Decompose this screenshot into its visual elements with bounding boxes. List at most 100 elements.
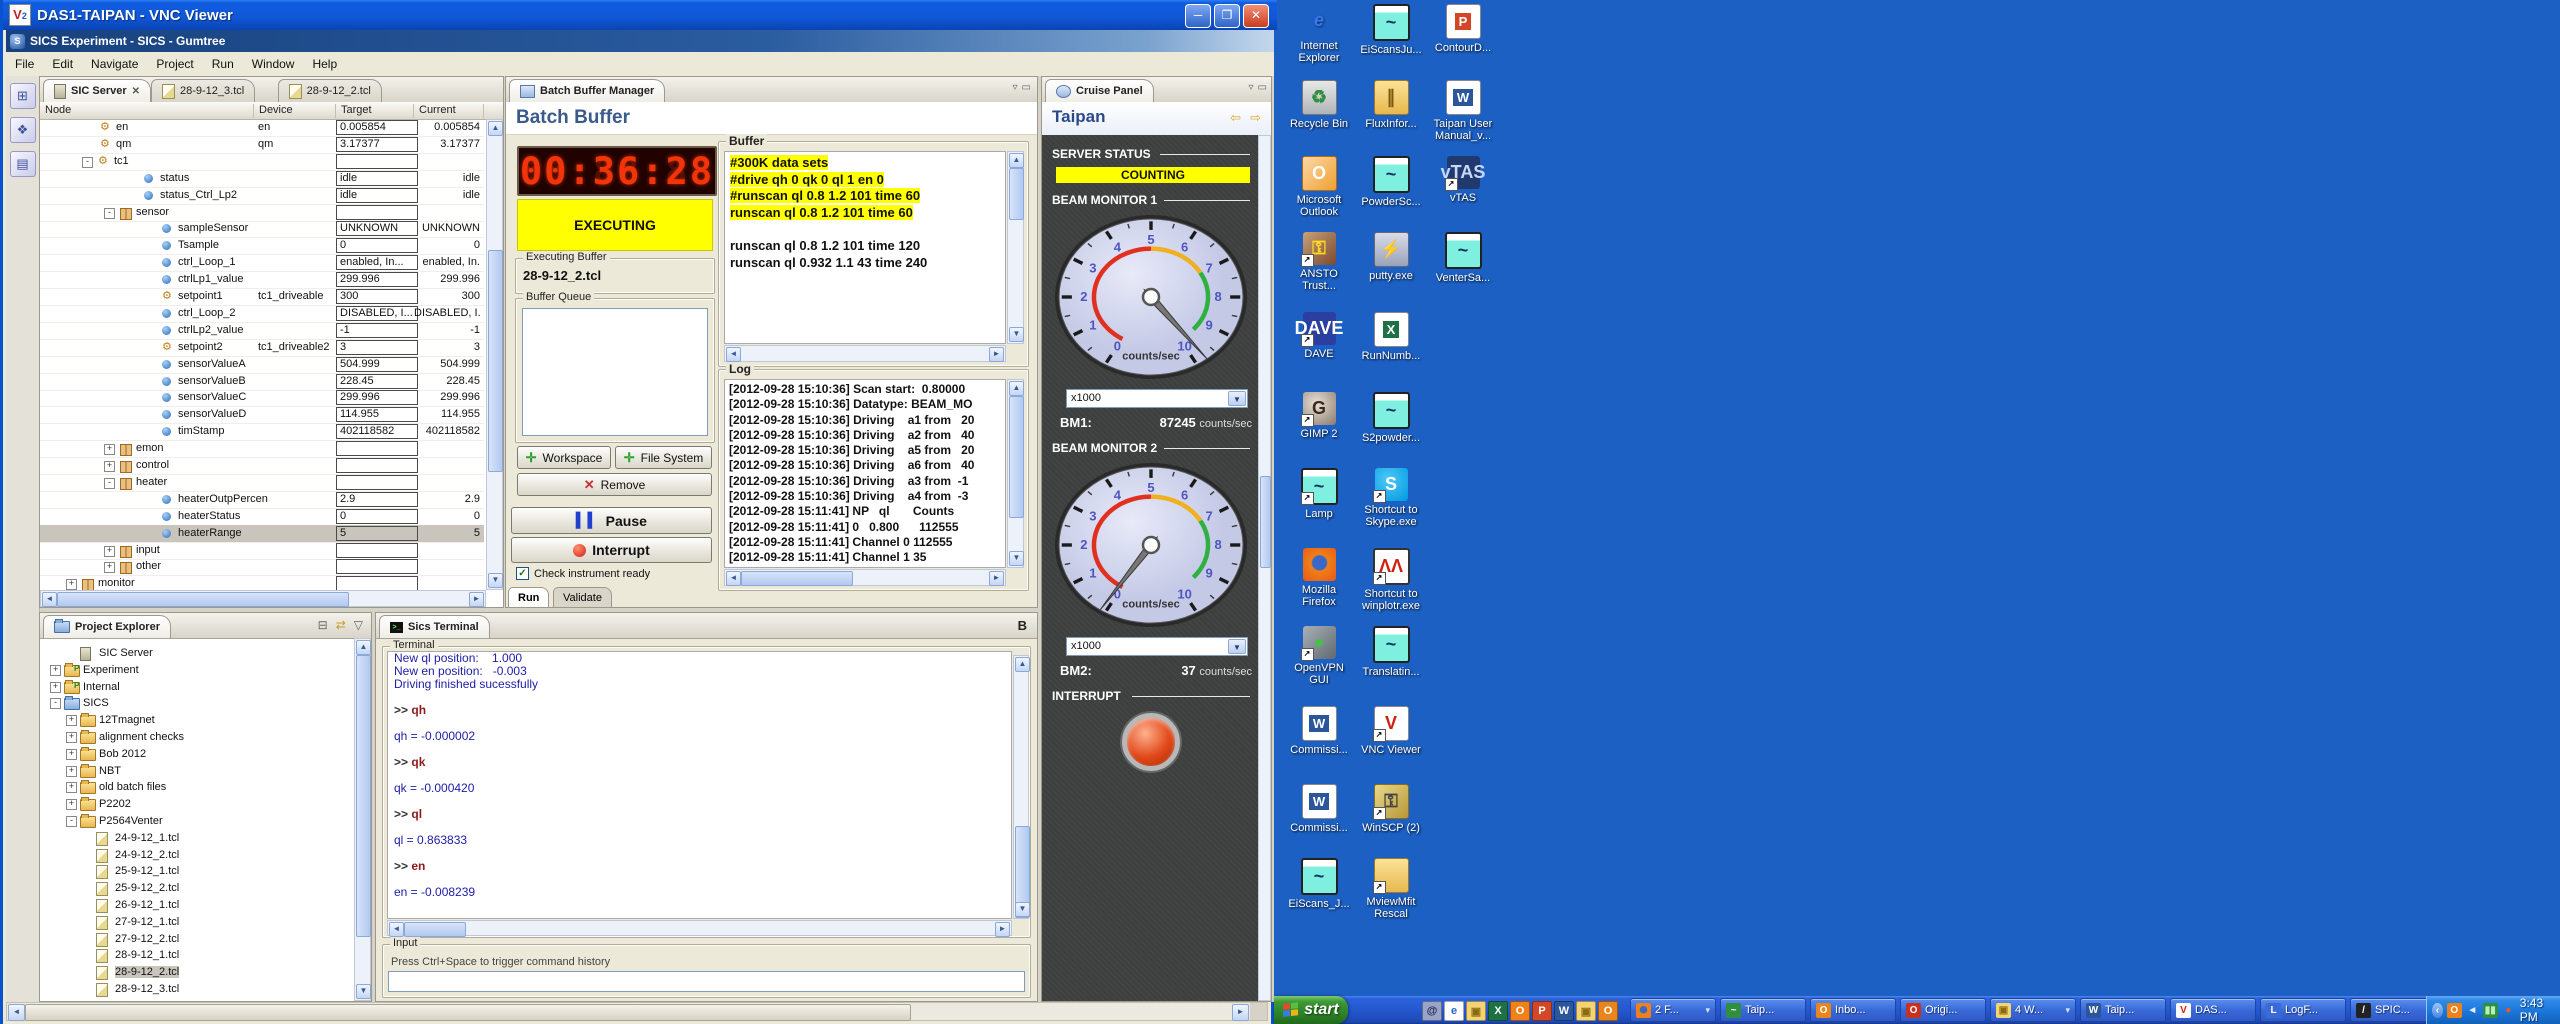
desktop-icon-commissi-[interactable]: Commissi...: [1285, 706, 1353, 756]
tree-row-ctrlLp1_value[interactable]: ctrlLp1_value299.996299.996: [40, 271, 484, 289]
node-target-cell[interactable]: 0: [336, 509, 418, 524]
task-button-4-w--4[interactable]: ▣4 W...▾: [1990, 998, 2076, 1022]
tree-row-tc1[interactable]: -⚙tc1: [40, 153, 484, 171]
tree-row-sensorValueD[interactable]: sensorValueD114.955114.955: [40, 406, 484, 424]
desktop-icon-powdersc-[interactable]: ~PowderSc...: [1357, 156, 1425, 208]
check-instrument-checkbox[interactable]: ✓: [516, 567, 529, 580]
tree-row-heaterOutpPercent[interactable]: heaterOutpPercent2.92.9: [40, 491, 484, 509]
tree-row-sampleSensor[interactable]: sampleSensorUNKNOWNUNKNOWN: [40, 220, 484, 238]
project-item-NBT[interactable]: +NBT: [42, 763, 342, 780]
tab-validate[interactable]: Validate: [553, 587, 612, 607]
check-instrument-row[interactable]: ✓ Check instrument ready: [516, 567, 650, 580]
project-item-28-9-12-3-tcl[interactable]: 28-9-12_3.tcl: [42, 981, 342, 998]
collapse-icon[interactable]: -: [50, 698, 61, 709]
desktop-icon-translatin-[interactable]: ~Translatin...: [1357, 626, 1425, 678]
desktop-icon-lamp[interactable]: ~↗Lamp: [1285, 468, 1353, 520]
quick-launch-app-swirl[interactable]: @: [1422, 1001, 1442, 1021]
quick-launch-word[interactable]: W: [1554, 1001, 1574, 1021]
node-target-cell[interactable]: 300: [336, 289, 418, 304]
desktop-icon-eiscansju-[interactable]: ~EiScansJu...: [1357, 4, 1425, 56]
menu-edit[interactable]: Edit: [43, 57, 82, 71]
tree-row-status_Ctrl_Lp2[interactable]: status_Ctrl_Lp2idleidle: [40, 187, 484, 205]
node-target-cell[interactable]: 504.999: [336, 357, 418, 372]
tree-column-headers[interactable]: NodeDeviceTargetCurrent: [40, 102, 503, 120]
forward-arrow-icon[interactable]: ⇨: [1250, 110, 1261, 126]
desktop-icon-shortcut-to-winplotr-exe[interactable]: ΛΛ↗Shortcut to winplotr.exe: [1357, 548, 1425, 612]
project-item-P2202[interactable]: +P2202: [42, 796, 342, 813]
project-item-27-9-12-1-tcl[interactable]: 27-9-12_1.tcl: [42, 914, 342, 931]
node-target-cell[interactable]: idle: [336, 188, 418, 203]
column-header-target[interactable]: Target: [336, 104, 414, 118]
node-target-cell[interactable]: idle: [336, 171, 418, 186]
tree-row-heaterRange[interactable]: heaterRange55: [40, 525, 484, 543]
app-title-bar[interactable]: S SICS Experiment - SICS - Gumtree: [6, 30, 1274, 52]
tree-row-timStamp[interactable]: timStamp402118582402118582: [40, 423, 484, 441]
desktop-icon-internet-explorer[interactable]: eInternet Explorer: [1285, 4, 1353, 64]
node-target-cell[interactable]: [336, 576, 418, 590]
tree-row-heater[interactable]: -heater: [40, 474, 484, 492]
tab-run[interactable]: Run: [508, 587, 549, 607]
expand-icon[interactable]: +: [66, 799, 77, 810]
node-target-cell[interactable]: [336, 543, 418, 558]
collapse-icon[interactable]: -: [66, 816, 77, 827]
node-target-cell[interactable]: 3.17377: [336, 137, 418, 152]
task-button-taip--5[interactable]: WTaip...: [2080, 998, 2166, 1022]
desktop-icon-runnumb-[interactable]: RunNumb...: [1357, 312, 1425, 362]
tree-vertical-scrollbar[interactable]: ▲▼: [486, 119, 503, 590]
node-target-cell[interactable]: [336, 205, 418, 220]
node-target-cell[interactable]: 299.996: [336, 390, 418, 405]
desktop-icon-shortcut-to-skype-exe[interactable]: S↗Shortcut to Skype.exe: [1357, 468, 1425, 528]
quick-launch-powerpoint[interactable]: P: [1532, 1001, 1552, 1021]
tree-row-ctrl_Loop_2[interactable]: ctrl_Loop_2DISABLED, I...DISABLED, I.: [40, 305, 484, 323]
project-item-24-9-12-1-tcl[interactable]: 24-9-12_1.tcl: [42, 830, 342, 847]
log-hscrollbar[interactable]: ◄►: [724, 569, 1006, 586]
tree-row-Tsample[interactable]: Tsample00: [40, 237, 484, 255]
node-target-cell[interactable]: 5: [336, 526, 418, 541]
node-target-cell[interactable]: DISABLED, I...: [336, 306, 418, 321]
tree-row-emon[interactable]: +emon: [40, 440, 484, 458]
node-target-cell[interactable]: 299.996: [336, 272, 418, 287]
link-editor-icon[interactable]: ⇄: [336, 618, 346, 632]
node-target-cell[interactable]: UNKNOWN: [336, 221, 418, 236]
expand-icon[interactable]: +: [104, 562, 115, 573]
project-item-12Tmagnet[interactable]: +12Tmagnet: [42, 712, 342, 729]
tray-alert-icon[interactable]: ●: [2501, 1003, 2516, 1018]
expand-icon[interactable]: +: [66, 715, 77, 726]
node-target-cell[interactable]: 2.9: [336, 492, 418, 507]
tab-batch-buffer-manager[interactable]: Batch Buffer Manager: [509, 79, 665, 102]
desktop-icon-ansto-trust-[interactable]: ⚿↗ANSTO Trust...: [1285, 232, 1353, 292]
minimize-button[interactable]: ─: [1185, 4, 1211, 28]
menu-navigate[interactable]: Navigate: [82, 57, 147, 71]
collapse-all-icon[interactable]: ⊟: [318, 618, 328, 632]
quick-launch-excel[interactable]: X: [1488, 1001, 1508, 1021]
tree-row-sensor[interactable]: -sensor: [40, 204, 484, 222]
column-header-node[interactable]: Node: [40, 104, 254, 118]
chevron-down-icon[interactable]: ▼: [1228, 391, 1246, 406]
tab-28-9-12-2-tcl[interactable]: 28-9-12_2.tcl: [278, 79, 382, 102]
project-vscrollbar[interactable]: ▲▼: [354, 638, 371, 1001]
expand-icon[interactable]: +: [50, 665, 61, 676]
task-button-taip--1[interactable]: ~Taip...: [1720, 998, 1806, 1022]
vnc-title-bar[interactable]: V2 DAS1-TAIPAN - VNC Viewer ─ ❐ ✕: [3, 0, 1277, 30]
task-button-logf--7[interactable]: LLogF...: [2260, 998, 2346, 1022]
desktop-icon-dave[interactable]: DAVE↗DAVE: [1285, 312, 1353, 360]
project-item-SIC-Server[interactable]: SIC Server: [42, 645, 342, 662]
expand-icon[interactable]: +: [50, 682, 61, 693]
maximize-button[interactable]: ❐: [1214, 4, 1240, 28]
menu-file[interactable]: File: [6, 57, 43, 71]
tree-row-control[interactable]: +control: [40, 457, 484, 475]
view-buttons[interactable]: ▿▭: [1013, 82, 1031, 93]
buffer-queue-list[interactable]: [522, 308, 708, 436]
tree-row-ctrl_Loop_1[interactable]: ctrl_Loop_1enabled, In...enabled, In.: [40, 254, 484, 272]
node-target-cell[interactable]: [336, 559, 418, 574]
task-button-spic--8[interactable]: /SPIC...: [2350, 998, 2436, 1022]
tree-row-setpoint1[interactable]: ⚙setpoint1tc1_driveable300300: [40, 288, 484, 306]
expand-icon[interactable]: +: [66, 766, 77, 777]
desktop-icon-taipan-user-manual-v-[interactable]: Taipan User Manual_v...: [1429, 80, 1497, 142]
tray-origin-tray-icon[interactable]: O: [2447, 1003, 2462, 1018]
add-filesystem-button[interactable]: ✛File System: [615, 446, 712, 469]
desktop-icon-vtas[interactable]: vTAS↗vTAS: [1429, 156, 1497, 204]
project-item-Bob-2012[interactable]: +Bob 2012: [42, 746, 342, 763]
vnc-horizontal-scrollbar[interactable]: ◄ ►: [6, 1002, 1268, 1021]
tree-row-setpoint2[interactable]: ⚙setpoint2tc1_driveable233: [40, 339, 484, 357]
